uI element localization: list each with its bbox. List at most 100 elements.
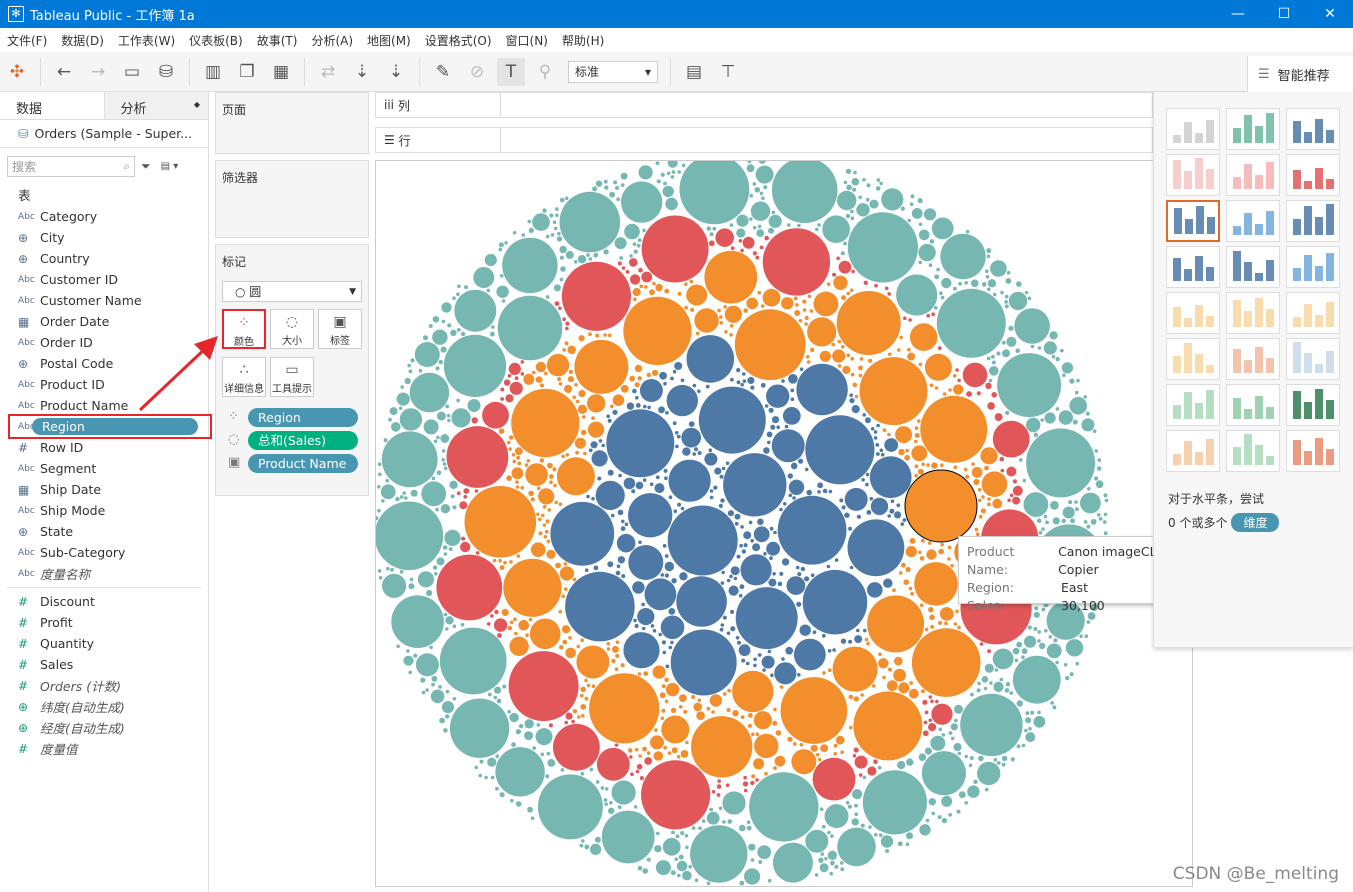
bubble[interactable]: [487, 692, 492, 697]
bubble[interactable]: [665, 197, 678, 211]
bubble[interactable]: [460, 541, 471, 553]
bubble[interactable]: [771, 429, 805, 463]
bubble[interactable]: [1000, 290, 1004, 295]
bubble[interactable]: [888, 667, 892, 672]
bubble[interactable]: [851, 269, 855, 274]
bubble[interactable]: [688, 864, 692, 869]
bubble[interactable]: [1087, 487, 1091, 491]
bubble[interactable]: [725, 461, 730, 466]
new-worksheet-icon[interactable]: ▥: [199, 58, 227, 86]
bubble[interactable]: [686, 335, 735, 383]
bubble[interactable]: [511, 388, 580, 458]
bubble[interactable]: [1086, 524, 1091, 529]
bubble[interactable]: [615, 186, 619, 190]
bubble[interactable]: [486, 622, 491, 626]
bubble[interactable]: [769, 526, 774, 531]
bubble[interactable]: [928, 263, 933, 267]
bubble[interactable]: [390, 567, 394, 572]
bubble[interactable]: [865, 472, 870, 477]
bubble[interactable]: [1004, 294, 1009, 299]
bubble[interactable]: [748, 520, 753, 525]
bubble[interactable]: [852, 382, 858, 388]
menu-item[interactable]: 工作表(W): [111, 32, 182, 49]
bubble[interactable]: [1068, 500, 1073, 505]
bubble[interactable]: [680, 506, 685, 511]
bubble[interactable]: [835, 735, 845, 745]
bubble[interactable]: [629, 254, 633, 258]
bubble[interactable]: [901, 562, 906, 568]
bubble[interactable]: [720, 623, 725, 627]
bubble[interactable]: [377, 508, 381, 513]
bubble[interactable]: [555, 213, 559, 218]
bubble[interactable]: [666, 384, 698, 417]
bubble[interactable]: [806, 489, 812, 496]
bubble[interactable]: [549, 480, 553, 485]
bubble[interactable]: [436, 557, 445, 566]
bubble[interactable]: [736, 214, 749, 227]
bubble[interactable]: [978, 498, 982, 503]
bubble[interactable]: [920, 395, 988, 463]
bubble[interactable]: [603, 333, 607, 337]
bubble[interactable]: [750, 780, 755, 786]
bubble[interactable]: [621, 519, 625, 524]
bubble[interactable]: [756, 229, 765, 237]
bubble[interactable]: [436, 470, 442, 476]
bubble[interactable]: [567, 376, 574, 383]
filter-icon[interactable]: ⏷: [141, 159, 151, 174]
bubble[interactable]: [448, 547, 453, 551]
bubble[interactable]: [527, 219, 531, 224]
bubble[interactable]: [456, 491, 461, 496]
bubble[interactable]: [748, 713, 753, 718]
bubble[interactable]: [837, 190, 857, 211]
bubble[interactable]: [438, 685, 442, 689]
field-profit[interactable]: # Profit: [0, 612, 208, 633]
bubble[interactable]: [878, 658, 889, 669]
bubble[interactable]: [753, 758, 765, 770]
bubble[interactable]: [607, 469, 614, 476]
bubble[interactable]: [837, 364, 842, 368]
fit-select[interactable]: 标准 ▾: [568, 60, 658, 83]
bubble[interactable]: [1074, 500, 1078, 504]
search-input[interactable]: 搜索 ⌕: [7, 156, 135, 177]
bubble[interactable]: [850, 372, 855, 377]
bubble[interactable]: [573, 260, 578, 264]
bubble[interactable]: [810, 573, 815, 577]
bubble[interactable]: [655, 860, 671, 876]
bubble[interactable]: [983, 686, 988, 691]
maximize-button[interactable]: ☐: [1261, 0, 1307, 28]
bubble[interactable]: [1006, 336, 1017, 347]
bubble[interactable]: [583, 451, 587, 456]
bubble[interactable]: [856, 514, 861, 519]
bubble[interactable]: [764, 771, 768, 776]
bubble[interactable]: [790, 397, 795, 401]
bubble[interactable]: [589, 767, 594, 772]
bubble[interactable]: [509, 560, 513, 564]
bubble[interactable]: [1070, 518, 1075, 524]
bubble[interactable]: [908, 586, 913, 591]
bubble[interactable]: [968, 763, 973, 768]
bubble[interactable]: [1095, 480, 1104, 489]
bubble[interactable]: [745, 661, 750, 666]
bubble[interactable]: [565, 321, 570, 326]
chart-type-thumbnail[interactable]: [1226, 338, 1280, 380]
bubble[interactable]: [849, 725, 853, 730]
bubble[interactable]: [725, 783, 730, 787]
bubble[interactable]: [824, 856, 828, 861]
bubble[interactable]: [471, 417, 478, 424]
bubble[interactable]: [750, 858, 755, 862]
bubble[interactable]: [1080, 492, 1101, 514]
bubble[interactable]: [735, 160, 743, 161]
bubble[interactable]: [691, 695, 696, 699]
bubble[interactable]: [726, 631, 731, 635]
bubble[interactable]: [557, 231, 561, 236]
bubble[interactable]: [540, 752, 545, 757]
bubble[interactable]: [655, 475, 660, 480]
bubble[interactable]: [1103, 493, 1108, 498]
bubble[interactable]: [514, 631, 518, 636]
encoding-pill[interactable]: 总和(Sales): [248, 431, 358, 450]
bubble[interactable]: [1036, 518, 1042, 523]
bubble[interactable]: [1103, 512, 1108, 517]
bubble[interactable]: [697, 698, 702, 703]
bubble[interactable]: [378, 576, 383, 580]
bubble[interactable]: [1060, 348, 1064, 353]
